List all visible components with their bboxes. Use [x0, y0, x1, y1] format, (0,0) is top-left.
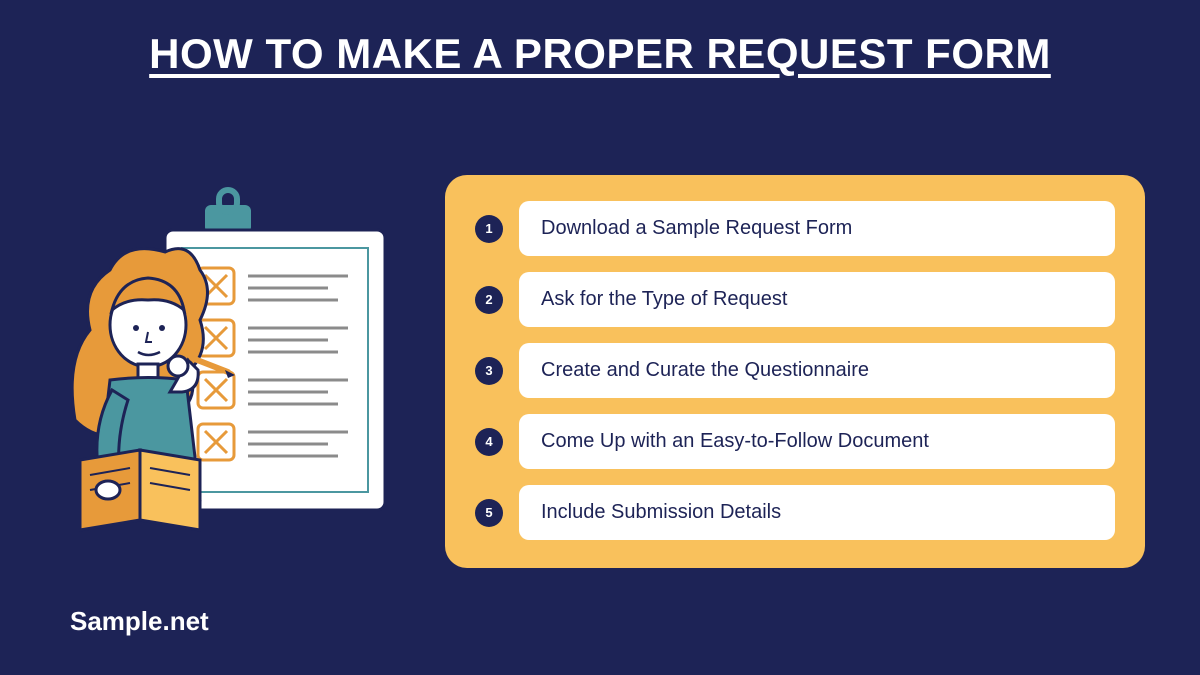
step-number-badge: 2	[475, 286, 503, 314]
step-row: 1 Download a Sample Request Form	[475, 201, 1115, 256]
watermark: Sample.net	[70, 606, 209, 637]
step-label: Come Up with an Easy-to-Follow Document	[519, 414, 1115, 469]
step-row: 2 Ask for the Type of Request	[475, 272, 1115, 327]
step-number-badge: 5	[475, 499, 503, 527]
page-title: HOW TO MAKE A PROPER REQUEST FORM	[0, 0, 1200, 81]
step-number-badge: 3	[475, 357, 503, 385]
step-label: Download a Sample Request Form	[519, 201, 1115, 256]
step-row: 3 Create and Curate the Questionnaire	[475, 343, 1115, 398]
step-number-badge: 4	[475, 428, 503, 456]
step-label: Include Submission Details	[519, 485, 1115, 540]
step-label: Create and Curate the Questionnaire	[519, 343, 1115, 398]
step-number-badge: 1	[475, 215, 503, 243]
step-row: 4 Come Up with an Easy-to-Follow Documen…	[475, 414, 1115, 469]
woman-clipboard-illustration	[70, 180, 410, 580]
step-row: 5 Include Submission Details	[475, 485, 1115, 540]
step-label: Ask for the Type of Request	[519, 272, 1115, 327]
steps-panel: 1 Download a Sample Request Form 2 Ask f…	[445, 175, 1145, 568]
